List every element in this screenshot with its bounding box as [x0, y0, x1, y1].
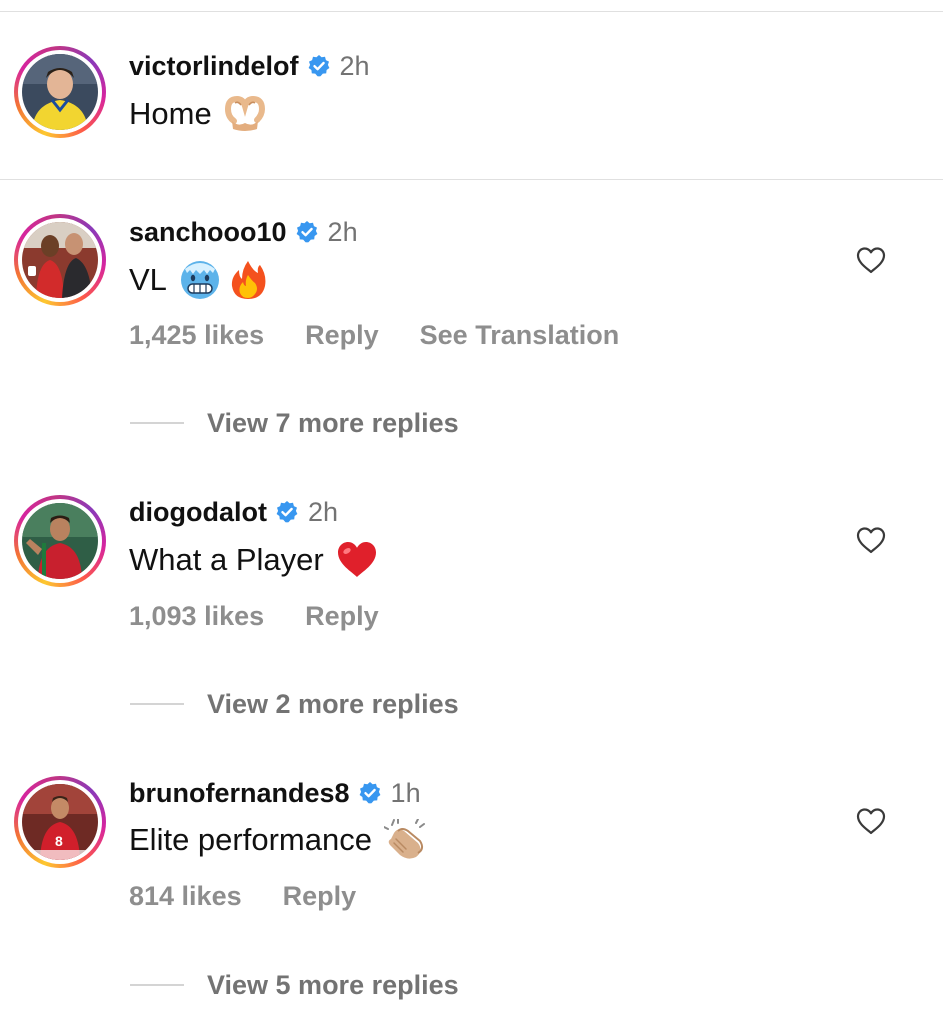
view-replies-label: View 2 more replies [207, 688, 459, 719]
like-heart-icon[interactable] [856, 246, 886, 274]
username[interactable]: diogodalot [129, 497, 267, 528]
see-translation-button[interactable]: See Translation [420, 320, 620, 351]
red-heart-emoji [337, 542, 376, 577]
timestamp: 2h [339, 50, 370, 81]
avatar-photo [22, 54, 98, 130]
comment-meta: 1,425 likes Reply See Translation [129, 317, 660, 353]
heart-hands-emoji [224, 95, 265, 131]
view-replies-label: View 7 more replies [207, 407, 459, 438]
caption-divider [0, 179, 943, 180]
comment-meta: 814 likes Reply [129, 878, 397, 914]
replies-divider [130, 422, 184, 424]
username[interactable]: sanchooo10 [129, 217, 287, 248]
avatar[interactable] [14, 46, 106, 138]
username[interactable]: victorlindelof [129, 51, 299, 82]
like-heart-icon[interactable] [856, 526, 886, 554]
comment-text: What a Player [129, 538, 378, 582]
avatar[interactable] [14, 495, 106, 587]
view-replies-button[interactable]: View 7 more replies [130, 405, 459, 441]
username-row: sanchooo10 2h [129, 215, 358, 249]
comments-page: victorlindelof 2h Home sanchooo10 2h VL … [0, 0, 943, 1024]
comment-meta: 1,093 likes Reply [129, 598, 420, 634]
cold-face-emoji [180, 261, 219, 299]
likes-count[interactable]: 1,425 likes [129, 320, 264, 351]
comment-body: VL [129, 262, 167, 297]
avatar-photo [22, 222, 98, 298]
clapping-hands-emoji [383, 819, 425, 859]
avatar-photo: 8 [22, 784, 98, 860]
username-row: victorlindelof 2h [129, 49, 370, 83]
username-row: diogodalot 2h [129, 495, 338, 529]
verified-badge-icon [296, 221, 317, 243]
replies-divider [130, 703, 184, 705]
fire-emoji [231, 261, 266, 299]
svg-text:8: 8 [55, 833, 63, 849]
verified-badge-icon [359, 782, 380, 804]
username-row: brunofernandes8 1h [129, 776, 421, 810]
likes-count[interactable]: 814 likes [129, 881, 242, 912]
view-replies-label: View 5 more replies [207, 969, 459, 1000]
timestamp: 2h [327, 216, 358, 247]
reply-button[interactable]: Reply [283, 881, 357, 912]
avatar[interactable] [14, 214, 106, 306]
likes-count[interactable]: 1,093 likes [129, 601, 264, 632]
view-replies-button[interactable]: View 2 more replies [130, 686, 459, 722]
view-replies-button[interactable]: View 5 more replies [130, 967, 459, 1003]
comment-text: Elite performance [129, 818, 426, 862]
top-divider [0, 11, 943, 12]
comment-text: Home [129, 92, 266, 136]
timestamp: 2h [307, 496, 339, 527]
verified-badge-icon [276, 501, 298, 523]
username[interactable]: brunofernandes8 [129, 778, 350, 809]
comment-text: VL [129, 258, 269, 302]
replies-divider [130, 984, 184, 986]
timestamp: 1h [390, 777, 421, 808]
comment-body: What a Player [129, 542, 324, 577]
reply-button[interactable]: Reply [305, 601, 379, 632]
comment-body: Home [129, 96, 212, 131]
comment-body: Elite performance [129, 822, 372, 857]
reply-button[interactable]: Reply [305, 320, 379, 351]
avatar-photo [22, 503, 98, 579]
verified-badge-icon [308, 55, 329, 77]
like-heart-icon[interactable] [856, 807, 886, 835]
avatar[interactable]: 8 [14, 776, 106, 868]
